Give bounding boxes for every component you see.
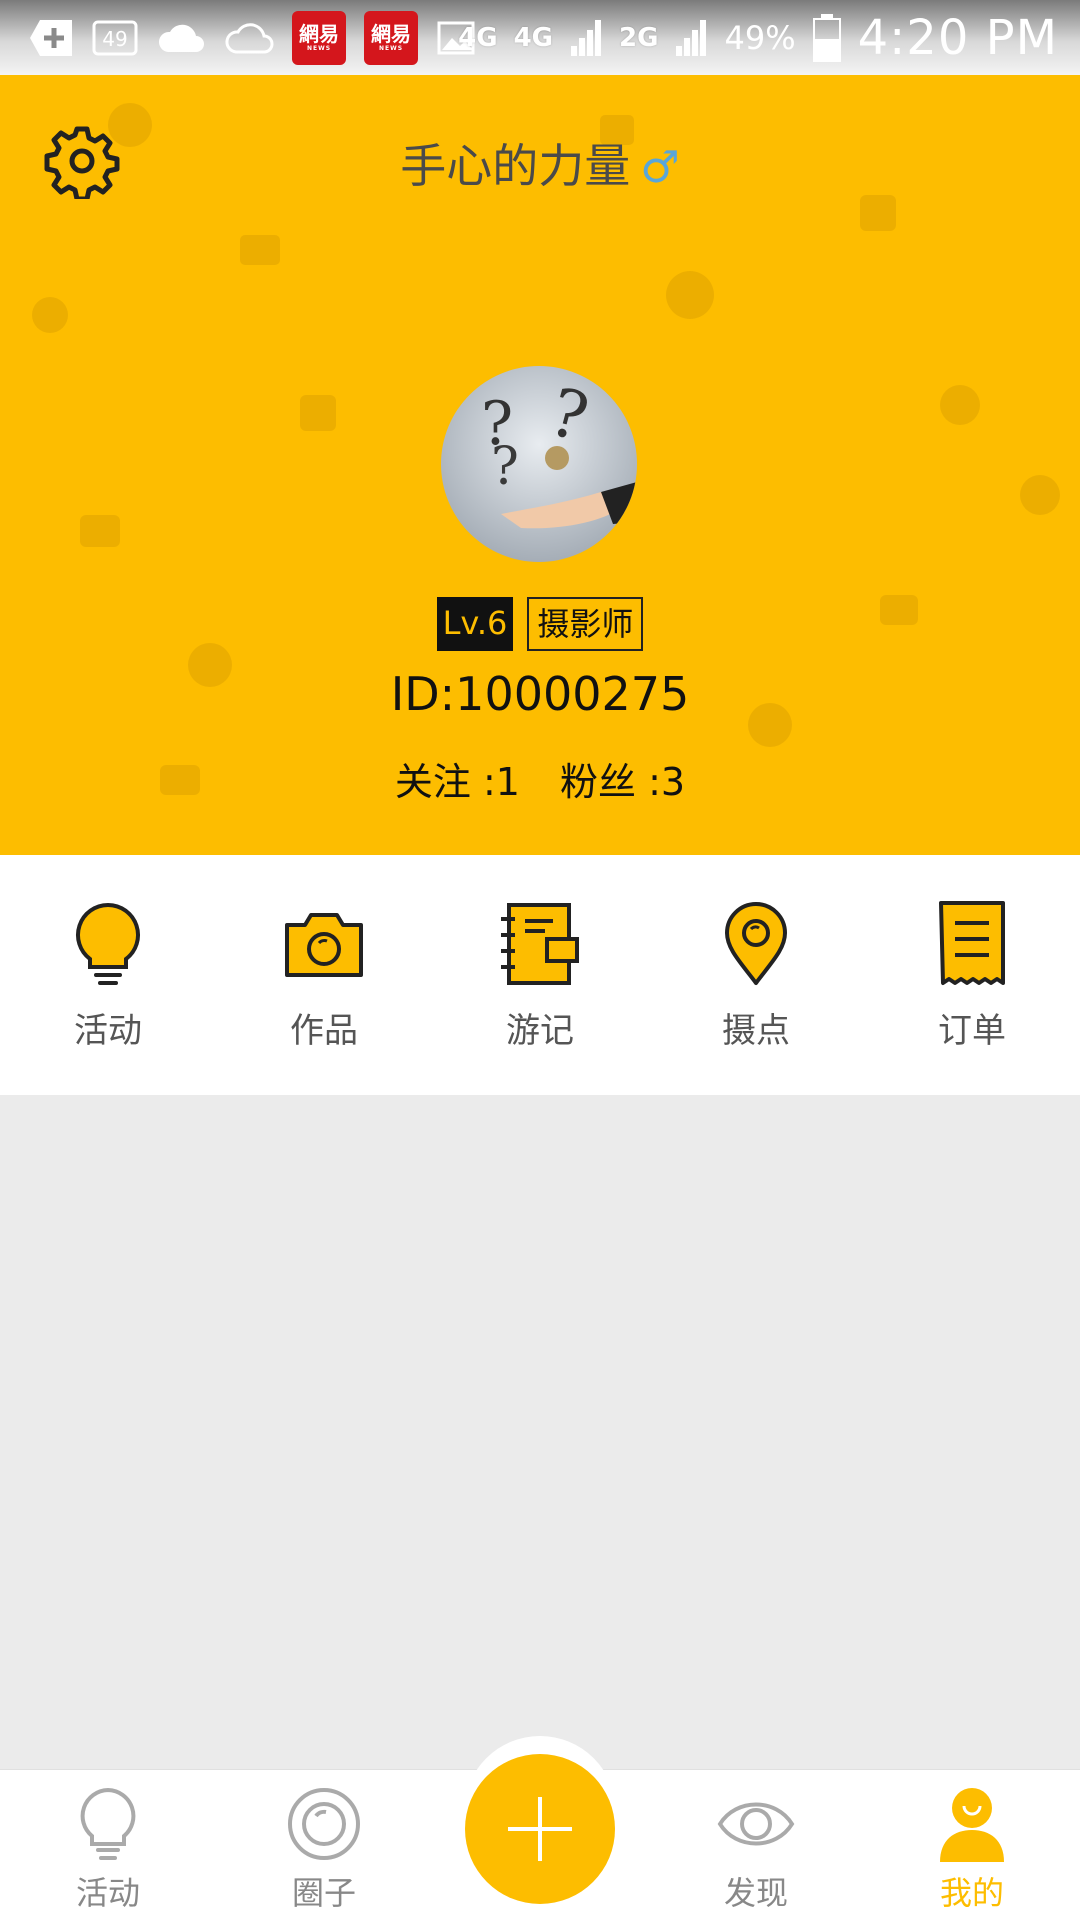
signal-icon: [571, 19, 602, 56]
svg-text:49: 49: [102, 27, 127, 51]
netease-news-icon: 網易 NEWS: [364, 10, 418, 65]
user-icon: [940, 1788, 1004, 1862]
notification-badge-icon: 49: [92, 16, 138, 60]
network-4g-signal-label: 4G: [513, 22, 554, 53]
menu-item-label: 活动: [74, 1011, 142, 1051]
add-post-button[interactable]: [465, 1754, 615, 1904]
profile-title: 手心的力量 ♂: [0, 130, 1080, 196]
network-4g-label: 4G: [458, 22, 498, 53]
menu-item-orders[interactable]: 订单: [864, 855, 1080, 1095]
feature-menu: 活动 作品 游记 摄点 订单: [0, 855, 1080, 1095]
menu-item-label: 订单: [938, 1011, 1006, 1051]
status-bar: 49 網易 NEWS 網易 NEWS 4G 4G 2G 49% 4:20 PM: [0, 0, 1080, 75]
lightbulb-icon: [76, 902, 140, 985]
username: 手心的力量: [400, 139, 631, 193]
followers-count[interactable]: 粉丝 :3: [560, 760, 685, 804]
nav-tab-circle[interactable]: 圈子: [216, 1784, 432, 1914]
nav-label: 我的: [939, 1874, 1004, 1912]
eye-icon: [717, 1802, 795, 1846]
follow-stats: 关注 :1 粉丝 :3: [0, 751, 1080, 806]
plus-icon: [508, 1797, 572, 1861]
clock: 4:20 PM: [857, 9, 1058, 66]
svg-text:?: ?: [491, 437, 519, 497]
menu-item-label: 摄点: [722, 1011, 790, 1051]
following-count[interactable]: 关注 :1: [395, 760, 520, 804]
user-id: ID:10000275: [390, 667, 690, 721]
notebook-icon: [501, 903, 579, 985]
lightbulb-icon: [80, 1787, 136, 1860]
avatar[interactable]: ? ? ?: [441, 366, 637, 562]
camera-icon: [285, 913, 363, 977]
cloud-icon: [156, 16, 206, 60]
profile-header: 手心的力量 ♂ ? ? ? Lv.6 摄影师 ID:10000275 关注 :1 …: [0, 75, 1080, 855]
back-plus-icon: [28, 16, 74, 60]
circle-icon: [288, 1788, 360, 1860]
menu-item-photo-spots[interactable]: 摄点: [648, 855, 864, 1095]
location-pin-icon: [725, 902, 787, 985]
signal-icon: [676, 19, 707, 56]
nav-label: 发现: [723, 1874, 788, 1912]
level-badge: Lv.6: [436, 597, 514, 651]
nav-tab-discover[interactable]: 发现: [648, 1784, 864, 1914]
badges: Lv.6 摄影师: [0, 597, 1080, 651]
battery-percent: 49%: [724, 18, 796, 57]
role-badge: 摄影师: [527, 597, 644, 651]
menu-item-works[interactable]: 作品: [216, 855, 432, 1095]
nav-tab-activity[interactable]: 活动: [0, 1784, 216, 1914]
gender-male-icon: ♂: [640, 142, 680, 193]
nav-label: 活动: [75, 1874, 140, 1912]
cloud-outline-icon: [224, 16, 274, 60]
battery-icon: [812, 13, 841, 62]
menu-item-label: 游记: [506, 1011, 574, 1051]
netease-news-icon: 網易 NEWS: [292, 10, 346, 65]
menu-item-activity[interactable]: 活动: [0, 855, 216, 1095]
menu-item-travelogue[interactable]: 游记: [432, 855, 648, 1095]
network-2g-label: 2G: [619, 22, 659, 53]
nav-label: 圈子: [291, 1874, 356, 1912]
receipt-icon: [939, 901, 1005, 985]
nav-tab-me[interactable]: 我的: [864, 1784, 1080, 1914]
menu-item-label: 作品: [290, 1011, 358, 1051]
